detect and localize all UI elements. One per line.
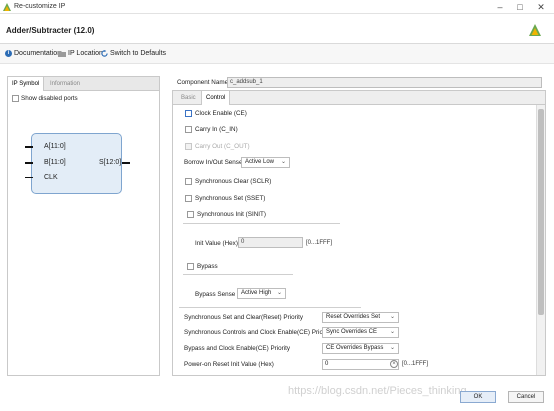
power-on-field[interactable]: 0 [322,359,399,370]
adder-symbol-block: A[11:0] B[11:0] CLK S[12:0] [25,133,130,194]
config-tab-bar: Basic Control [173,91,545,105]
carry-in-label: Carry In (C_IN) [195,126,238,133]
tab-information[interactable]: Information [46,77,84,91]
priority-bypass-select[interactable]: CE Overrides Bypass ⌄ [322,343,399,354]
carry-out-label: Carry Out (C_OUT) [195,143,250,150]
port-s-label: S[12:0] [99,159,122,166]
info-icon: i [5,50,12,57]
carry-out-checkbox[interactable] [185,143,192,150]
borrow-sense-select[interactable]: Active Low ⌄ [241,157,290,168]
documentation-label: Documentation [14,50,62,57]
tab-ip-symbol[interactable]: IP Symbol [8,77,45,91]
clock-enable-checkbox[interactable] [185,110,192,117]
bypass-label: Bypass [197,263,218,270]
window-title: Re-customize IP [14,3,66,10]
close-window-button[interactable]: ✕ [532,1,550,13]
minimize-button[interactable]: – [491,1,509,13]
priority-ce-label: Synchronous Controls and Clock Enable(CE… [184,329,332,336]
ip-location-label: IP Location [68,50,103,57]
clock-enable-label: Clock Enable (CE) [195,110,247,117]
maximize-button[interactable]: □ [511,1,529,13]
power-on-label: Power-on Reset Init Value (Hex) [184,361,274,368]
priority-bypass-label: Bypass and Clock Enable(CE) Priority [184,345,291,352]
window-title-bar: Re-customize IP – □ ✕ [0,0,554,14]
chevron-down-icon: ⌄ [389,329,395,335]
borrow-sense-value: Active Low [245,159,275,165]
bypass-sense-value: Active High [241,290,272,296]
bypass-sense-label: Bypass Sense [195,291,236,298]
sset-label: Synchronous Set (SSET) [195,195,266,202]
sclr-label: Synchronous Clear (SCLR) [195,178,272,185]
app-icon [3,3,11,11]
priority-separator [179,307,361,308]
sinit-checkbox[interactable] [187,211,194,218]
cancel-button[interactable]: Cancel [508,391,544,403]
ip-title: Adder/Subtracter (12.0) [6,26,95,35]
clear-field-icon[interactable]: × [390,360,398,368]
scrollbar-thumb[interactable] [538,109,544,315]
priority-reset-value: Reset Overrides Set [326,314,381,320]
sset-checkbox[interactable] [185,195,192,202]
ok-button[interactable]: OK [460,391,496,403]
tab-control[interactable]: Control [201,91,231,105]
init-value-field[interactable]: 0 [238,237,303,248]
pin-a [25,146,33,148]
switch-defaults-link[interactable]: Switch to Defaults [101,50,166,57]
vivado-logo-icon [529,24,541,36]
priority-reset-select[interactable]: Reset Overrides Set ⌄ [322,312,399,323]
port-clk-label: CLK [44,174,58,181]
pin-clk [25,177,33,178]
carry-in-checkbox[interactable] [185,126,192,133]
power-on-range: [0...1FFF] [402,361,429,367]
priority-ce-select[interactable]: Sync Overrides CE ⌄ [322,327,399,338]
chevron-down-icon: ⌄ [280,159,286,165]
sinit-label: Synchronous Init (SINIT) [197,211,266,218]
pin-b [25,162,33,164]
ip-symbol-panel: IP Symbol Information Show disabled port… [7,76,160,376]
component-name-label: Component Name [177,79,229,86]
chevron-down-icon: ⌄ [389,345,395,351]
watermark-text: https://blog.csdn.net/Pieces_thinking [288,385,467,397]
chevron-down-icon: ⌄ [389,314,395,320]
sinit-separator [183,223,340,224]
bypass-checkbox[interactable] [187,263,194,270]
component-name-field[interactable]: c_addsub_1 [227,77,542,88]
priority-bypass-value: CE Overrides Bypass [326,345,384,351]
dialog-header: Adder/Subtracter (12.0) [0,14,554,44]
init-value-label: Init Value (Hex) [195,240,238,247]
sclr-checkbox[interactable] [185,178,192,185]
chevron-down-icon: ⌄ [276,290,282,296]
bypass-sense-select[interactable]: Active High ⌄ [237,288,286,299]
link-toolbar: i Documentation IP Location Switch to De… [0,44,554,64]
port-a-label: A[11:0] [44,143,66,150]
pin-s [122,162,130,164]
priority-ce-value: Sync Overrides CE [326,329,378,335]
tab-basic[interactable]: Basic [177,91,200,105]
switch-defaults-label: Switch to Defaults [110,50,167,57]
left-tab-bar: IP Symbol Information [8,77,159,91]
init-value-range: [0...1FFF] [306,240,333,246]
port-b-label: B[11:0] [44,159,66,166]
borrow-sense-label: Borrow In/Out Sense [184,159,243,166]
priority-reset-label: Synchronous Set and Clear(Reset) Priorit… [184,314,303,321]
folder-icon [58,51,66,57]
bypass-separator [183,274,293,275]
show-disabled-ports-checkbox[interactable] [12,95,19,102]
refresh-icon [101,50,108,57]
documentation-link[interactable]: i Documentation [5,50,61,57]
ip-location-link[interactable]: IP Location [58,50,103,57]
show-disabled-ports-label: Show disabled ports [21,95,78,102]
config-scrollbar[interactable] [536,105,545,375]
